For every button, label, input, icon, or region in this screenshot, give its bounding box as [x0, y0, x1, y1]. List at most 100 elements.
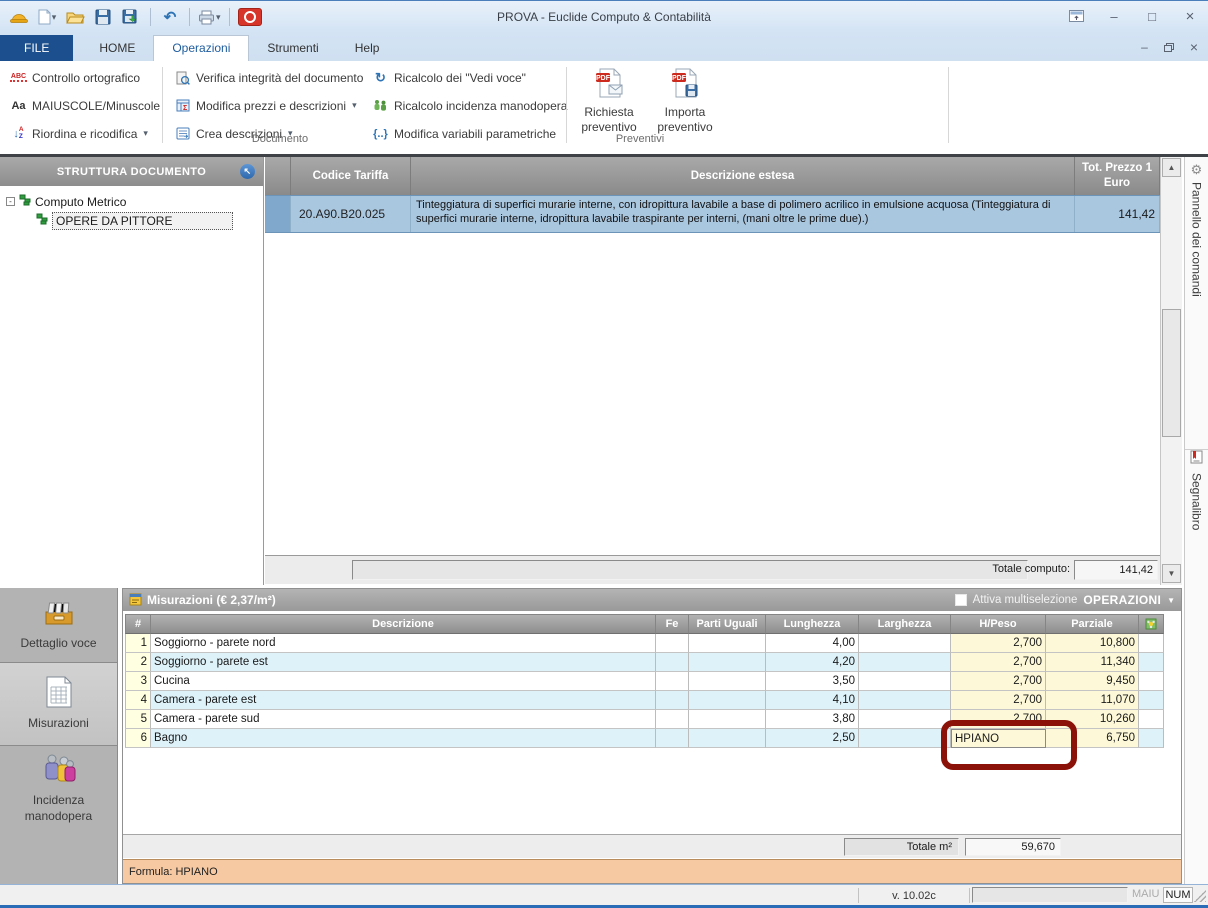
prices-dropdown-icon[interactable]: ▾	[352, 100, 357, 111]
fe-cell[interactable]	[656, 729, 689, 748]
maximize-button[interactable]: □	[1142, 7, 1162, 25]
lunghezza-cell[interactable]: 3,80	[766, 710, 859, 729]
parziale-cell[interactable]: 11,070	[1046, 691, 1139, 710]
recalc-vedi-voce-button[interactable]: ↻ Ricalcolo dei "Vedi voce"	[368, 65, 571, 90]
table-row[interactable]: 1 Soggiorno - parete nord 4,00 2,700 10,…	[125, 634, 1164, 653]
lunghezza-cell[interactable]: 4,00	[766, 634, 859, 653]
nav-dettaglio-voce-button[interactable]: Dettaglio voce	[0, 592, 117, 660]
recalc-labor-button[interactable]: Ricalcolo incidenza manodopera	[368, 93, 571, 118]
nav-incidenza-manodopera-button[interactable]: Incidenza manodopera	[0, 746, 117, 832]
table-row[interactable]: 6 Bagno 2,50 HPIANO 6,750	[125, 729, 1164, 748]
parti-uguali-cell[interactable]	[689, 729, 766, 748]
column-header-descrizione-estesa[interactable]: Descrizione estesa	[411, 157, 1075, 195]
descrizione-cell[interactable]: Cucina	[151, 672, 656, 691]
parti-uguali-cell[interactable]	[689, 634, 766, 653]
multiselect-label[interactable]: Attiva multiselezione	[973, 594, 1078, 606]
parziale-cell[interactable]: 10,800	[1046, 634, 1139, 653]
h-peso-cell-editing[interactable]: HPIANO	[951, 729, 1046, 748]
resize-grip[interactable]	[1194, 890, 1206, 902]
table-row[interactable]: 3 Cucina 3,50 2,700 9,450	[125, 672, 1164, 691]
parti-uguali-cell[interactable]	[689, 672, 766, 691]
spellcheck-button[interactable]: ABC Controllo ortografico	[6, 65, 164, 90]
larghezza-cell[interactable]	[859, 634, 951, 653]
descrizione-cell[interactable]: Tinteggiatura di superfici murarie inter…	[411, 196, 1075, 232]
new-document-button[interactable]: ▾	[36, 6, 58, 28]
h-peso-cell[interactable]: 2,700	[951, 710, 1046, 729]
table-row[interactable]: 20.A90.B20.025 Tinteggiatura di superfic…	[265, 195, 1160, 233]
request-quote-button[interactable]: PDF Richiesta preventivo	[572, 67, 646, 135]
reorder-dropdown-icon[interactable]: ▾	[143, 128, 148, 139]
parti-uguali-cell[interactable]	[689, 653, 766, 672]
h-peso-cell[interactable]: 2,700	[951, 672, 1046, 691]
larghezza-cell[interactable]	[859, 710, 951, 729]
document-minimize-button[interactable]: –	[1141, 41, 1148, 53]
larghezza-cell[interactable]	[859, 729, 951, 748]
verify-document-button[interactable]: Verifica integrità del documento	[170, 65, 367, 90]
h-peso-cell[interactable]: 2,700	[951, 634, 1046, 653]
scroll-up-button[interactable]: ▲	[1162, 158, 1181, 177]
nav-misurazioni-button[interactable]: Misurazioni	[0, 662, 117, 746]
parziale-cell[interactable]: 10,260	[1046, 710, 1139, 729]
tab-strumenti[interactable]: Strumenti	[249, 36, 336, 61]
tab-home[interactable]: HOME	[81, 36, 153, 61]
column-header-larghezza[interactable]: Larghezza	[859, 614, 951, 634]
table-row[interactable]: 4 Camera - parete est 4,10 2,700 11,070	[125, 691, 1164, 710]
descrizione-cell[interactable]: Camera - parete sud	[151, 710, 656, 729]
tab-operazioni[interactable]: Operazioni	[153, 35, 249, 61]
h-peso-cell[interactable]: 2,700	[951, 691, 1046, 710]
parziale-cell[interactable]: 9,450	[1046, 672, 1139, 691]
photo-cell[interactable]	[1139, 729, 1164, 748]
tree-node-label[interactable]: Computo Metrico	[35, 195, 126, 209]
operazioni-dropdown-icon[interactable]: ▼	[1167, 596, 1175, 605]
save-as-button[interactable]	[120, 6, 142, 28]
fe-cell[interactable]	[656, 710, 689, 729]
new-document-dropdown-icon[interactable]: ▾	[52, 12, 57, 23]
minimize-button[interactable]: –	[1104, 7, 1124, 25]
photo-cell[interactable]	[1139, 691, 1164, 710]
column-header-parti-uguali[interactable]: Parti Uguali	[689, 614, 766, 634]
larghezza-cell[interactable]	[859, 653, 951, 672]
lunghezza-cell[interactable]: 2,50	[766, 729, 859, 748]
print-dropdown-icon[interactable]: ▾	[216, 12, 221, 23]
parti-uguali-cell[interactable]	[689, 710, 766, 729]
operazioni-menu[interactable]: OPERAZIONI	[1083, 593, 1161, 607]
tree-node-opere-da-pittore[interactable]: OPERE DA PITTORE	[36, 211, 263, 230]
photo-cell[interactable]	[1139, 653, 1164, 672]
lunghezza-cell[interactable]: 4,20	[766, 653, 859, 672]
parti-uguali-cell[interactable]	[689, 691, 766, 710]
fe-cell[interactable]	[656, 634, 689, 653]
scroll-down-button[interactable]: ▼	[1162, 564, 1181, 583]
multiselect-checkbox[interactable]	[955, 594, 967, 606]
lunghezza-cell[interactable]: 4,10	[766, 691, 859, 710]
column-header-parziale[interactable]: Parziale	[1046, 614, 1139, 634]
column-header-lunghezza[interactable]: Lunghezza	[766, 614, 859, 634]
column-header-tot-prezzo[interactable]: Tot. Prezzo 1 Euro	[1075, 157, 1160, 195]
edit-prices-descriptions-button[interactable]: Σ Modifica prezzi e descrizioni ▾	[170, 93, 367, 118]
tree-node-label-selected[interactable]: OPERE DA PITTORE	[52, 212, 233, 230]
column-header-photo[interactable]	[1139, 614, 1164, 634]
parziale-cell[interactable]: 6,750	[1046, 729, 1139, 748]
ribbon-collapse-button[interactable]	[1066, 7, 1086, 25]
collapse-panel-icon[interactable]: ↖	[240, 164, 255, 179]
row-selector-cell[interactable]	[265, 196, 291, 232]
larghezza-cell[interactable]	[859, 691, 951, 710]
close-button[interactable]: ×	[1180, 7, 1200, 25]
column-header-fe[interactable]: Fe	[656, 614, 689, 634]
column-header-h-peso[interactable]: H/Peso	[951, 614, 1046, 634]
descrizione-cell[interactable]: Camera - parete est	[151, 691, 656, 710]
fe-cell[interactable]	[656, 691, 689, 710]
tree-node-computo-metrico[interactable]: - Computo Metrico	[6, 192, 263, 211]
save-button[interactable]	[92, 6, 114, 28]
fe-cell[interactable]	[656, 672, 689, 691]
column-header-codice-tariffa[interactable]: Codice Tariffa	[291, 157, 411, 195]
import-quote-button[interactable]: PDF Importa preventivo	[648, 67, 722, 135]
uppercase-lowercase-button[interactable]: Aa MAIUSCOLE/Minuscole	[6, 93, 164, 118]
photo-cell[interactable]	[1139, 672, 1164, 691]
codice-tariffa-cell[interactable]: 20.A90.B20.025	[291, 196, 411, 232]
tab-pannello-comandi[interactable]: ⚙ Pannello dei comandi	[1185, 157, 1208, 450]
reorder-recode-button[interactable]: ↓AZ Riordina e ricodifica ▾	[6, 121, 164, 146]
column-header-num[interactable]: #	[125, 614, 151, 634]
tree-expander-icon[interactable]: -	[6, 197, 15, 206]
lunghezza-cell[interactable]: 3,50	[766, 672, 859, 691]
document-restore-button[interactable]	[1164, 43, 1174, 52]
